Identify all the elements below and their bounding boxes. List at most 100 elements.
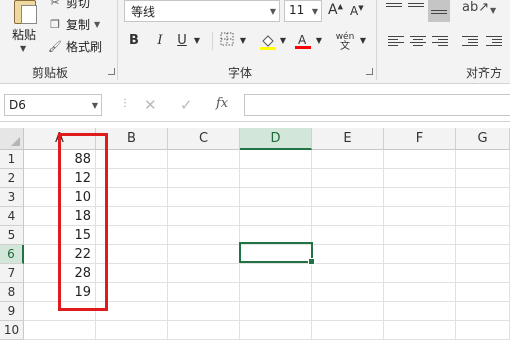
cell-e5[interactable]	[312, 226, 384, 245]
row-header-4[interactable]: 4	[0, 207, 24, 226]
cell-d9[interactable]	[240, 302, 312, 321]
font-size-select[interactable]: 11 ▼	[284, 0, 322, 22]
cell-e3[interactable]	[312, 188, 384, 207]
paste-dropdown-icon[interactable]: ▼	[20, 44, 26, 53]
formula-input[interactable]	[244, 94, 510, 116]
cell-d10[interactable]	[240, 321, 312, 340]
cell-c8[interactable]	[168, 283, 240, 302]
row-header-2[interactable]: 2	[0, 169, 24, 188]
cell-g4[interactable]	[456, 207, 510, 226]
underline-button[interactable]: U	[174, 32, 190, 50]
decrease-indent-icon[interactable]	[462, 36, 478, 48]
cell-g8[interactable]	[456, 283, 510, 302]
increase-indent-icon[interactable]	[486, 36, 502, 48]
paste-button-label[interactable]: 粘贴	[12, 26, 36, 43]
cell-g10[interactable]	[456, 321, 510, 340]
copy-button[interactable]: ❐ 复制 ▼	[48, 16, 100, 33]
column-header-f[interactable]: F	[384, 128, 456, 150]
cell-e9[interactable]	[312, 302, 384, 321]
align-center-icon[interactable]	[410, 36, 426, 48]
cell-d4[interactable]	[240, 207, 312, 226]
increase-font-button[interactable]: A▲	[328, 2, 343, 18]
clipboard-launcher-icon[interactable]	[108, 68, 115, 75]
cell-f3[interactable]	[384, 188, 456, 207]
align-right-icon[interactable]	[432, 36, 448, 48]
cell-g5[interactable]	[456, 226, 510, 245]
cell-d1[interactable]	[240, 150, 312, 169]
align-bottom-button[interactable]	[428, 0, 450, 22]
cell-d7[interactable]	[240, 264, 312, 283]
cell-d8[interactable]	[240, 283, 312, 302]
enter-icon[interactable]: ✓	[180, 96, 193, 114]
column-header-c[interactable]: C	[168, 128, 240, 150]
row-header-1[interactable]: 1	[0, 150, 24, 169]
cell-g7[interactable]	[456, 264, 510, 283]
cell-g1[interactable]	[456, 150, 510, 169]
column-header-g[interactable]: G	[456, 128, 510, 150]
align-left-icon[interactable]	[388, 36, 404, 48]
cell-f6[interactable]	[384, 245, 456, 264]
copy-dropdown-icon[interactable]: ▼	[94, 20, 100, 29]
cell-e1[interactable]	[312, 150, 384, 169]
cell-g2[interactable]	[456, 169, 510, 188]
bold-button[interactable]: B	[126, 32, 142, 50]
insert-function-button[interactable]: fx	[216, 96, 228, 111]
cell-c10[interactable]	[168, 321, 240, 340]
cell-f10[interactable]	[384, 321, 456, 340]
cell-c4[interactable]	[168, 207, 240, 226]
align-middle-icon[interactable]	[408, 3, 424, 15]
fill-color-button[interactable]	[258, 32, 278, 50]
cell-f1[interactable]	[384, 150, 456, 169]
cell-e4[interactable]	[312, 207, 384, 226]
cell-e8[interactable]	[312, 283, 384, 302]
cell-g9[interactable]	[456, 302, 510, 321]
column-header-d[interactable]: D	[240, 128, 312, 150]
formula-bar-grip-icon[interactable]: ⋮	[120, 98, 130, 109]
font-color-dropdown-icon[interactable]: ▼	[314, 32, 324, 50]
row-header-7[interactable]: 7	[0, 264, 24, 283]
underline-dropdown-icon[interactable]: ▼	[192, 32, 202, 50]
cell-d2[interactable]	[240, 169, 312, 188]
cell-c5[interactable]	[168, 226, 240, 245]
cancel-icon[interactable]: ✕	[144, 96, 157, 114]
cell-f9[interactable]	[384, 302, 456, 321]
align-top-icon[interactable]	[386, 3, 402, 15]
cell-e2[interactable]	[312, 169, 384, 188]
cell-g3[interactable]	[456, 188, 510, 207]
cell-c7[interactable]	[168, 264, 240, 283]
cell-c1[interactable]	[168, 150, 240, 169]
active-cell-indicator[interactable]	[239, 242, 315, 265]
phonetic-button[interactable]: wén 文	[334, 32, 356, 52]
row-header-10[interactable]: 10	[0, 321, 24, 340]
format-painter-button[interactable]: 🖌 格式刷	[48, 38, 102, 55]
cell-c6[interactable]	[168, 245, 240, 264]
cell-b10[interactable]	[96, 321, 168, 340]
cell-a10[interactable]	[24, 321, 96, 340]
cut-button[interactable]: ✂ 剪切	[48, 0, 90, 11]
orientation-icon[interactable]: ab↗	[462, 0, 489, 15]
row-header-3[interactable]: 3	[0, 188, 24, 207]
cell-f7[interactable]	[384, 264, 456, 283]
select-all-button[interactable]	[0, 128, 24, 150]
cell-e7[interactable]	[312, 264, 384, 283]
column-header-e[interactable]: E	[312, 128, 384, 150]
cell-f4[interactable]	[384, 207, 456, 226]
cell-f2[interactable]	[384, 169, 456, 188]
row-header-6[interactable]: 6	[0, 245, 24, 264]
cell-d3[interactable]	[240, 188, 312, 207]
decrease-font-button[interactable]: A▼	[350, 4, 364, 18]
cell-c2[interactable]	[168, 169, 240, 188]
row-header-9[interactable]: 9	[0, 302, 24, 321]
name-box[interactable]: D6 ▼	[4, 94, 102, 116]
cell-c9[interactable]	[168, 302, 240, 321]
paste-icon[interactable]	[14, 0, 37, 24]
font-color-button[interactable]: A	[294, 32, 312, 50]
cell-f5[interactable]	[384, 226, 456, 245]
font-name-select[interactable]: 等线 ▼	[124, 0, 280, 22]
borders-dropdown-icon[interactable]: ▼	[238, 32, 248, 50]
cell-e10[interactable]	[312, 321, 384, 340]
cell-g6[interactable]	[456, 245, 510, 264]
fill-color-dropdown-icon[interactable]: ▼	[278, 32, 288, 50]
italic-button[interactable]: I	[152, 32, 168, 50]
row-header-8[interactable]: 8	[0, 283, 24, 302]
